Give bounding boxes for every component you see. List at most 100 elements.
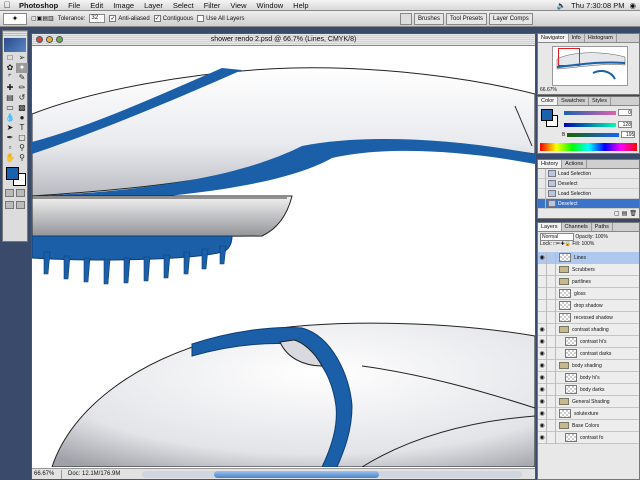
adobe-online-icon[interactable]	[4, 38, 26, 52]
visibility-eye-icon[interactable]: ◉	[538, 431, 547, 444]
contiguous-checkbox[interactable]: ✓ Contiguous	[153, 14, 193, 22]
zoom-field[interactable]: 66.67%	[32, 469, 62, 479]
anti-aliased-checkbox[interactable]: ✓ Anti-aliased	[109, 14, 150, 22]
dodge-tool-icon[interactable]: ●	[16, 113, 28, 123]
history-item[interactable]: Load Selection	[538, 188, 639, 199]
clone-stamp-icon[interactable]: ▤	[4, 93, 16, 103]
brushes-tab[interactable]: Brushes	[414, 13, 445, 25]
menu-filter[interactable]: Filter	[199, 0, 226, 11]
visibility-eye-icon[interactable]: ◉	[538, 395, 547, 408]
opacity-value[interactable]: 100%	[595, 234, 608, 240]
layer-row[interactable]: partlines	[538, 275, 639, 288]
color-slider-1[interactable]	[564, 110, 616, 115]
healing-brush-icon[interactable]: ✚	[4, 83, 16, 93]
menu-select[interactable]: Select	[168, 0, 199, 11]
horizontal-scrollbar[interactable]	[142, 471, 522, 478]
layer-row[interactable]: ◉ Base Colors	[538, 419, 639, 432]
gradient-tool-icon[interactable]: ▩	[16, 103, 28, 113]
visibility-eye-icon[interactable]: ◉	[538, 383, 547, 396]
layer-row[interactable]: ◉ Lines	[538, 251, 639, 264]
layer-link-cell[interactable]	[547, 287, 556, 300]
tab-channels[interactable]: Channels	[562, 223, 592, 231]
visibility-eye-icon[interactable]: ◉	[538, 359, 547, 372]
visibility-eye-icon[interactable]	[538, 299, 547, 312]
tab-color[interactable]: Color	[538, 97, 559, 105]
history-item[interactable]: Load Selection	[538, 168, 639, 179]
navigator-zoom[interactable]: 66.67%	[540, 87, 557, 93]
layer-row[interactable]: recessed shadow	[538, 311, 639, 324]
visibility-eye-icon[interactable]: ◉	[538, 419, 547, 432]
layer-link-cell[interactable]	[547, 299, 556, 312]
path-selection-icon[interactable]: ➤	[4, 123, 16, 133]
foreground-color-swatch[interactable]	[6, 167, 19, 180]
menu-image[interactable]: Image	[108, 0, 139, 11]
color-slider-2[interactable]	[564, 122, 616, 127]
layer-row[interactable]: ◉ contrast shading	[538, 323, 639, 336]
tab-actions[interactable]: Actions	[562, 160, 588, 168]
scrollbar-thumb[interactable]	[214, 471, 379, 478]
hand-tool-icon[interactable]: ✋	[4, 153, 16, 163]
tolerance-input[interactable]: 32	[89, 14, 106, 23]
layer-comps-tab[interactable]: Layer Comps	[489, 13, 533, 25]
layer-row[interactable]: ◉ contrast fo	[538, 431, 639, 444]
apple-menu-icon[interactable]: 	[0, 0, 14, 10]
layer-row[interactable]: ◉ solutexture	[538, 407, 639, 420]
slice-tool-icon[interactable]: ✎	[16, 73, 28, 83]
lasso-tool-icon[interactable]: ✿	[4, 63, 16, 73]
new-snapshot-icon[interactable]: ▤	[622, 210, 628, 217]
eyedropper-icon[interactable]: ⚲	[16, 143, 28, 153]
use-all-layers-checkbox[interactable]: Use All Layers	[197, 14, 244, 22]
toolbox-titlebar[interactable]	[3, 31, 27, 37]
menu-layer[interactable]: Layer	[139, 0, 168, 11]
document-titlebar[interactable]: shower rendo 2.psd @ 66.7% (Lines, CMYK/…	[32, 34, 535, 46]
blur-tool-icon[interactable]: 💧	[4, 113, 16, 123]
tab-styles[interactable]: Styles	[589, 97, 611, 105]
visibility-eye-icon[interactable]	[538, 263, 547, 276]
new-document-icon[interactable]: ▢	[614, 210, 620, 217]
layer-link-cell[interactable]	[547, 263, 556, 276]
tab-histogram[interactable]: Histogram	[585, 34, 617, 42]
zoom-tool-icon[interactable]: ⚲	[16, 153, 28, 163]
tab-navigator[interactable]: Navigator	[538, 34, 569, 42]
visibility-eye-icon[interactable]: ◉	[538, 371, 547, 384]
navigator-view-box[interactable]	[558, 48, 580, 66]
layer-link-cell[interactable]	[547, 371, 556, 384]
eraser-tool-icon[interactable]: ▭	[4, 103, 16, 113]
layer-link-cell[interactable]	[547, 395, 556, 408]
layer-row[interactable]: ◉ contrast hi's	[538, 335, 639, 348]
visibility-eye-icon[interactable]: ◉	[538, 335, 547, 348]
color-spectrum[interactable]	[540, 143, 637, 151]
visibility-eye-icon[interactable]	[538, 275, 547, 288]
layer-link-cell[interactable]	[547, 335, 556, 348]
tab-swatches[interactable]: Swatches	[558, 97, 590, 105]
layer-row[interactable]: Scrubbers	[538, 263, 639, 276]
layer-link-cell[interactable]	[547, 347, 556, 360]
spotlight-icon[interactable]: ◉	[629, 1, 636, 10]
color-value-1[interactable]: 0	[618, 109, 632, 116]
history-brush-icon[interactable]: ↺	[16, 93, 28, 103]
tab-history[interactable]: History	[538, 160, 563, 168]
tab-paths[interactable]: Paths	[592, 223, 613, 231]
type-tool-icon[interactable]: T	[16, 123, 28, 133]
file-browser-icon[interactable]	[400, 13, 412, 25]
menu-photoshop[interactable]: Photoshop	[14, 0, 63, 11]
layer-row[interactable]: ◉ body hi's	[538, 371, 639, 384]
notes-tool-icon[interactable]: ▫	[4, 143, 16, 153]
menu-help[interactable]: Help	[288, 0, 313, 11]
tab-info[interactable]: Info	[569, 34, 585, 42]
layer-link-cell[interactable]	[547, 323, 556, 336]
magic-wand-tool-icon[interactable]: ✦	[16, 63, 28, 73]
screen-mode-standard-button[interactable]	[5, 201, 14, 209]
layer-row[interactable]: ◉ body darks	[538, 383, 639, 396]
pen-tool-icon[interactable]: ✒	[4, 133, 16, 143]
layer-link-cell[interactable]	[547, 251, 556, 264]
history-item-selected[interactable]: Deselect	[538, 198, 639, 209]
trash-icon[interactable]: 🗑	[629, 210, 637, 217]
layer-row[interactable]: gloss	[538, 287, 639, 300]
tab-layers[interactable]: Layers	[538, 223, 562, 231]
move-tool-icon[interactable]: ➢	[16, 53, 28, 63]
layer-link-cell[interactable]	[547, 431, 556, 444]
menu-window[interactable]: Window	[251, 0, 288, 11]
selection-mode-icons[interactable]: ▢▣▤▥	[31, 15, 54, 22]
visibility-eye-icon[interactable]: ◉	[538, 407, 547, 420]
